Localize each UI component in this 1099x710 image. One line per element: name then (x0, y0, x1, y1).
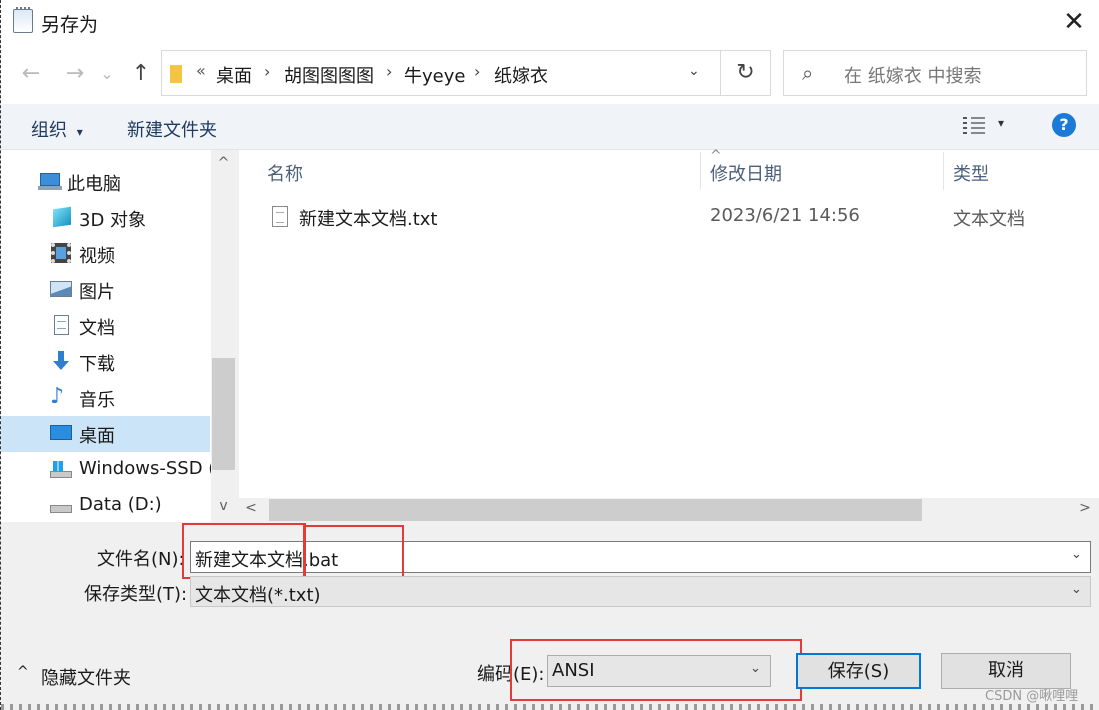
column-header-name[interactable]: 名称 (267, 160, 303, 186)
sidebar-item-videos[interactable]: 视频 (1, 236, 210, 272)
close-button[interactable]: ✕ (1051, 4, 1097, 40)
new-folder-button[interactable]: 新建文件夹 (127, 116, 217, 142)
filename-label: 文件名(N): (97, 549, 185, 570)
sidebar-item-windows-ssd[interactable]: Windows-SSD ( (1, 452, 215, 488)
sidebar-item-music[interactable]: ♪ 音乐 (1, 380, 210, 416)
cube-3d-icon (50, 206, 72, 228)
sidebar-item-label: 音乐 (79, 390, 115, 411)
column-header-type[interactable]: 类型 (953, 160, 989, 186)
organize-button[interactable]: 组织 ▾ (31, 116, 83, 142)
save-button[interactable]: 保存(S) (796, 653, 921, 689)
text-file-icon (272, 206, 288, 227)
navigation-bar: ← → ⌄ ↑ « 桌面 › 胡图图图图 › 牛yeye › 纸嫁衣 ⌄ ↻ ⌕… (1, 44, 1099, 104)
bottom-edge (1, 704, 1099, 710)
scroll-left-arrow[interactable]: < (243, 500, 259, 516)
filetype-label: 保存类型(T): (84, 584, 188, 605)
highlight-box (510, 639, 802, 701)
sidebar-item-label: 下载 (79, 354, 115, 375)
breadcrumb-separator[interactable]: › (264, 62, 270, 81)
search-placeholder: 在 纸嫁衣 中搜索 (844, 66, 982, 87)
view-options-icon[interactable] (963, 115, 985, 137)
desktop-icon (50, 423, 72, 443)
file-name[interactable]: 新建文本文档.txt (299, 205, 438, 231)
cancel-button[interactable]: 取消 (941, 653, 1071, 689)
sidebar-item-label: Data (D:) (79, 494, 162, 515)
title-bar: 另存为 ✕ (1, 0, 1099, 44)
sidebar-item-label: 图片 (79, 282, 115, 303)
up-button[interactable]: ↑ (127, 60, 155, 88)
search-icon: ⌕ (802, 61, 814, 85)
search-input[interactable]: ⌕ 在 纸嫁衣 中搜索 (783, 50, 1087, 96)
view-dropdown-button[interactable]: ▾ (998, 116, 1004, 130)
music-icon: ♪ (50, 384, 65, 409)
drive-icon (50, 495, 72, 515)
column-divider[interactable] (700, 152, 701, 190)
forward-button[interactable]: → (61, 60, 89, 88)
hide-folders-button[interactable]: 隐藏文件夹 (41, 664, 131, 690)
refresh-button[interactable]: ↻ (721, 50, 771, 96)
organize-label: 组织 (31, 120, 67, 141)
sidebar-item-documents[interactable]: 文档 (1, 308, 210, 344)
document-icon (50, 315, 72, 335)
window-title: 另存为 (41, 14, 99, 36)
video-icon (50, 243, 72, 263)
watermark: CSDN @啾哩哩 (985, 689, 1079, 704)
filetype-value: 文本文档(*.txt) (195, 585, 321, 606)
column-header-modified[interactable]: 修改日期 (710, 160, 782, 186)
sidebar-item-pictures[interactable]: 图片 (1, 272, 210, 308)
sidebar-item-label: 视频 (79, 246, 115, 267)
breadcrumb-folder-3[interactable]: 纸嫁衣 (494, 62, 548, 88)
save-as-dialog: 另存为 ✕ ← → ⌄ ↑ « 桌面 › 胡图图图图 › 牛yeye › 纸嫁衣… (0, 0, 1099, 710)
highlight-box (182, 523, 306, 579)
sidebar-item-3d-objects[interactable]: 3D 对象 (1, 200, 210, 236)
sidebar-item-data-drive[interactable]: Data (D:) (1, 488, 210, 524)
sidebar-item-label: Windows-SSD ( (79, 458, 216, 479)
sidebar-item-this-pc[interactable]: 此电脑 (1, 164, 210, 200)
sidebar-item-downloads[interactable]: 下载 (1, 344, 210, 380)
breadcrumb-separator[interactable]: › (386, 62, 392, 81)
scrollbar-thumb[interactable] (212, 358, 235, 470)
file-modified: 2023/6/21 14:56 (710, 205, 860, 226)
drive-icon (50, 459, 72, 479)
highlight-box (303, 525, 404, 579)
command-toolbar: 组织 ▾ 新建文件夹 ▾ (1, 104, 1099, 150)
chevron-down-icon[interactable]: ⌄ (688, 63, 700, 79)
breadcrumb-overflow[interactable]: « (196, 61, 206, 80)
scroll-down-arrow[interactable]: v (211, 498, 236, 514)
scroll-right-arrow[interactable]: > (1077, 500, 1093, 516)
caret-down-icon: ▾ (76, 125, 83, 139)
breadcrumb-desktop[interactable]: 桌面 (216, 62, 252, 88)
help-icon[interactable]: ? (1052, 113, 1076, 137)
breadcrumb-separator[interactable]: › (474, 62, 480, 81)
chevron-up-icon[interactable]: ^ (17, 664, 29, 680)
sidebar-item-label: 文档 (79, 318, 115, 339)
column-divider[interactable] (943, 152, 944, 190)
file-type: 文本文档 (953, 209, 1025, 230)
notepad-icon (13, 7, 33, 33)
folder-icon (170, 65, 182, 83)
picture-icon (50, 279, 72, 299)
hscrollbar-thumb[interactable] (269, 499, 922, 521)
sidebar-item-label: 桌面 (79, 426, 115, 447)
chevron-down-icon[interactable]: ⌄ (1071, 547, 1082, 562)
back-button[interactable]: ← (17, 60, 45, 88)
sidebar-item-desktop[interactable]: 桌面 (1, 416, 210, 452)
download-icon (50, 351, 72, 371)
breadcrumb-folder-1[interactable]: 胡图图图图 (284, 62, 374, 88)
navigation-pane: 此电脑 3D 对象 视频 图片 文档 下载 ♪ 音乐 桌面 Windows-SS… (1, 150, 236, 522)
computer-icon (38, 171, 62, 191)
sidebar-item-label: 此电脑 (67, 174, 121, 195)
scroll-up-arrow[interactable]: ^ (211, 155, 236, 171)
recent-locations-button[interactable]: ⌄ (97, 60, 117, 88)
chevron-down-icon[interactable]: ⌄ (1071, 582, 1082, 597)
filetype-select[interactable]: 文本文档(*.txt) ⌄ (190, 576, 1091, 607)
address-bar[interactable]: « 桌面 › 胡图图图图 › 牛yeye › 纸嫁衣 ⌄ (161, 50, 721, 96)
file-list: ^ 名称 修改日期 类型 新建文本文档.txt 2023/6/21 14:56 … (239, 148, 1099, 498)
sidebar-item-label: 3D 对象 (79, 210, 147, 231)
breadcrumb-folder-2[interactable]: 牛yeye (404, 62, 465, 88)
